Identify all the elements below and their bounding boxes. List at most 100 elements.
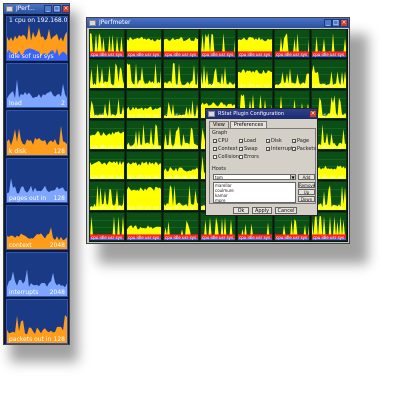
close-icon[interactable]: ×	[309, 110, 317, 118]
cell-label: cpu idle usr sys	[128, 52, 160, 58]
checkbox-label: Page	[297, 138, 310, 144]
down-button[interactable]: Down	[298, 196, 315, 202]
checkbox-box[interactable]: ✓	[213, 139, 217, 144]
checkbox-box[interactable]: ✓	[266, 139, 270, 144]
cell-label: cpu idle usr sys	[165, 204, 197, 210]
app-icon	[208, 111, 215, 117]
cell-label: cpu idle usr sys	[91, 143, 123, 149]
strip-titlebar[interactable]: JPerf... _ □ ×	[4, 4, 69, 14]
tab-view[interactable]: View	[209, 121, 229, 128]
graph-cell: cpu idle usr sys	[163, 150, 199, 181]
apply-button[interactable]: Apply	[252, 207, 272, 214]
strip-panel: packets out in 128	[6, 299, 68, 344]
checkbox-errors[interactable]: Errors	[239, 154, 259, 160]
up-button[interactable]: Up	[298, 189, 315, 195]
cell-label: cpu idle usr sys	[128, 82, 160, 88]
graph-cell: cpu idle usr sys	[89, 89, 125, 120]
strip-title: JPerf...	[16, 5, 35, 12]
chevron-down-icon[interactable]: ▼	[290, 174, 296, 180]
checkbox-box[interactable]: ✓	[292, 147, 296, 152]
checkbox-load[interactable]: ✓ Load	[239, 138, 256, 144]
host-input[interactable]: tom	[213, 174, 291, 180]
cell-label: cpu idle usr sys	[91, 52, 123, 58]
panel-label-row: packets out in 128	[9, 336, 65, 343]
cell-label: cpu idle usr sys	[165, 82, 197, 88]
strip-panel: pages out in 128	[6, 157, 68, 203]
minimize-icon[interactable]: _	[44, 5, 52, 13]
maximize-icon[interactable]: □	[332, 19, 340, 27]
graph-cell: cpu idle usr sys	[126, 150, 162, 181]
cell-label: cpu idle usr sys	[276, 52, 308, 58]
graph-cell: cpu idle usr sys	[89, 120, 125, 150]
panel-extra: idle sof usr sys	[9, 53, 54, 61]
cell-label: cpu idle usr sys	[202, 234, 234, 240]
grid-title: JPerfmeter	[99, 19, 131, 26]
cell-label: cpu idle usr sys	[165, 234, 197, 240]
add-button[interactable]: Add	[298, 174, 315, 180]
cell-label: cpu idle usr sys	[91, 174, 123, 180]
cell-label: cpu idle usr sys	[276, 234, 308, 240]
rstat-config-dialog: RStat Plugin Configuration × View Prefer…	[205, 108, 318, 216]
checkbox-swap[interactable]: ✓ Swap	[239, 146, 258, 152]
hosts-section-label: Hosts	[212, 166, 226, 172]
remove-button[interactable]: Remove	[298, 182, 315, 188]
panel-label: pages out in	[9, 194, 47, 202]
graph-cell: cpu idle usr sys	[126, 89, 162, 120]
cell-label: cpu idle usr sys	[91, 204, 123, 210]
checkbox-label: Errors	[244, 154, 259, 160]
ok-button[interactable]: Ok	[233, 207, 249, 214]
graph-cell: cpu idle usr sys	[200, 29, 236, 59]
panel-label-row: context 2048	[9, 242, 65, 249]
graph-section-label: Graph	[212, 130, 228, 136]
checkbox-collisions[interactable]: Collisions	[213, 154, 242, 160]
tab-preferences[interactable]: Preferences	[229, 121, 268, 128]
dialog-tabs: View Preferences	[209, 121, 268, 128]
cell-label: cpu idle usr sys	[128, 113, 160, 119]
checkbox-context[interactable]: ✓ Context	[213, 146, 238, 152]
checkbox-box[interactable]: ✓	[292, 139, 296, 144]
hosts-list[interactable]: marellarcoulmurekamarmpreikeluho	[213, 182, 296, 203]
cell-label: cpu idle usr sys	[313, 82, 345, 88]
panel-label-row: 1 cpu on 192.168.0.10100	[9, 17, 68, 24]
minimize-icon[interactable]: _	[324, 19, 332, 27]
cell-label: cpu idle usr sys	[239, 52, 271, 58]
checkbox-box[interactable]: ✓	[213, 147, 217, 152]
checkbox-cpu[interactable]: ✓ CPU	[213, 138, 228, 144]
panel-value: 128	[53, 336, 65, 344]
close-icon[interactable]: ×	[62, 5, 69, 13]
dialog-title: RStat Plugin Configuration	[218, 111, 285, 117]
cell-label: cpu idle usr sys	[165, 113, 197, 119]
dialog-body: Graph ✓ CPU ✓ Load ✓ Disk ✓ Page ✓ Context ✓ Swap ✓ I…	[209, 128, 316, 204]
checkbox-label: CPU	[218, 138, 229, 144]
checkbox-box[interactable]: ✓	[239, 147, 243, 152]
cell-label: cpu idle usr sys	[165, 174, 197, 180]
panel-label: interrupts	[9, 289, 39, 297]
maximize-icon[interactable]: □	[53, 5, 61, 13]
panel-label: 1 cpu on 192.168.0.10	[9, 17, 68, 24]
desktop: JPerf... _ □ × 1 cpu on 192.168.0.10100 i…	[0, 0, 400, 400]
dialog-titlebar[interactable]: RStat Plugin Configuration ×	[206, 109, 317, 119]
checkbox-label: Packets	[297, 146, 316, 152]
cell-label: cpu idle usr sys	[128, 143, 160, 149]
checkbox-box[interactable]: ✓	[239, 139, 243, 144]
checkbox-box[interactable]	[213, 155, 217, 159]
checkbox-box[interactable]	[239, 155, 243, 159]
panel-value: 2048	[49, 241, 65, 249]
cell-label: cpu idle usr sys	[91, 234, 123, 240]
graph-cell: cpu idle usr sys	[163, 29, 199, 59]
checkbox-packets[interactable]: ✓ Packets	[292, 146, 316, 152]
cell-label: cpu idle usr sys	[128, 234, 160, 240]
checkbox-disk[interactable]: ✓ Disk	[266, 138, 282, 144]
cell-label: cpu idle usr sys	[165, 143, 197, 149]
graph-cell: cpu idle usr sys	[163, 89, 199, 120]
panel-value: 2	[61, 100, 65, 108]
graph-cell: cpu idle usr sys	[163, 59, 199, 89]
graph-cell: cpu idle usr sys	[274, 59, 310, 89]
cell-label: cpu idle usr sys	[313, 234, 345, 240]
close-icon[interactable]: ×	[340, 19, 348, 27]
panel-label-row: load 2	[9, 100, 65, 107]
cancel-button[interactable]: Cancel	[275, 207, 297, 214]
checkbox-box[interactable]: ✓	[266, 147, 270, 152]
grid-titlebar[interactable]: JPerfmeter _ □ ×	[87, 18, 349, 28]
checkbox-page[interactable]: ✓ Page	[292, 138, 309, 144]
